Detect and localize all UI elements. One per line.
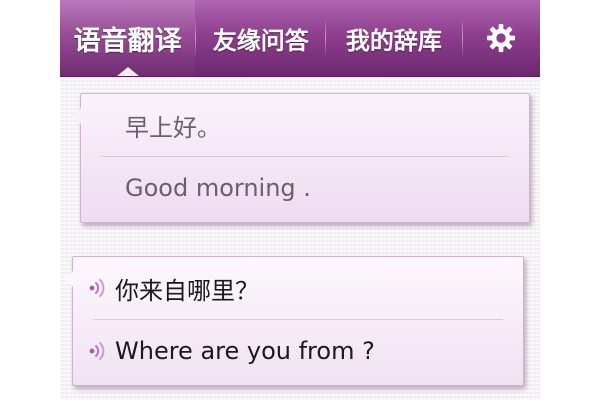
tab-label: 友缘问答 [212, 26, 309, 55]
tab-voice-translation[interactable]: 语音翻译 [60, 0, 196, 76]
speaker-icon[interactable] [87, 277, 109, 299]
source-text-row[interactable]: 你来自哪里？ [89, 257, 503, 319]
source-text: 你来自哪里？ [115, 276, 259, 305]
translation-text-row: Good morning . [101, 157, 509, 219]
tab-label: 语音翻译 [73, 25, 182, 57]
bubble-tail [64, 271, 73, 287]
tab-label: 我的辞库 [345, 26, 442, 55]
source-text: 早上好。 [125, 113, 221, 142]
source-text-row: 早上好。 [101, 94, 509, 156]
settings-button[interactable] [463, 0, 541, 76]
gear-icon [487, 23, 516, 53]
translation-text: Where are you from ? [115, 337, 375, 365]
message-card[interactable]: 早上好。 Good morning . [72, 93, 530, 223]
top-tab-bar: 语音翻译 友缘问答 我的辞库 [60, 0, 540, 76]
bubble-tail [72, 108, 81, 124]
message-card[interactable]: 你来自哪里？ Where are you from ? [64, 256, 524, 386]
tab-my-phrasebook[interactable]: 我的辞库 [326, 0, 461, 76]
app-screen: 语音翻译 友缘问答 我的辞库 早上好。 Good morning . 你来自哪里… [60, 0, 540, 400]
translation-text-row[interactable]: Where are you from ? [89, 320, 503, 382]
selected-tab-indicator [116, 67, 139, 76]
translation-text: Good morning . [125, 174, 311, 202]
speaker-icon[interactable] [87, 340, 109, 362]
tab-friend-qa[interactable]: 友缘问答 [196, 0, 325, 76]
